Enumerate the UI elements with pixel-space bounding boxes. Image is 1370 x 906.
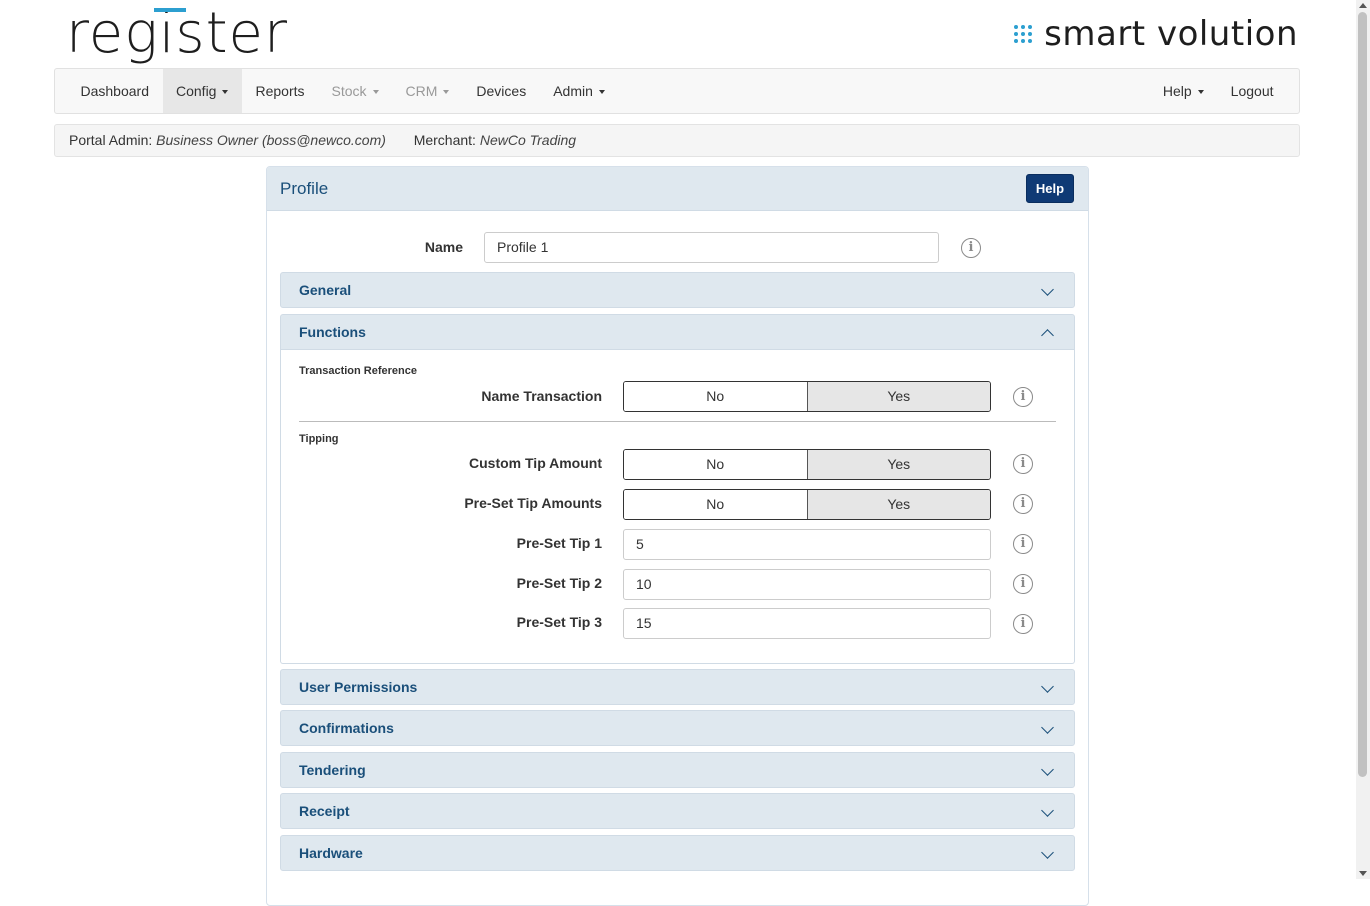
preset-tip-amounts-no[interactable]: No <box>624 490 807 519</box>
nav-crm[interactable]: CRM <box>392 69 463 113</box>
nav-devices[interactable]: Devices <box>463 69 540 113</box>
preset-tip-1-input[interactable]: 5 <box>623 529 991 560</box>
nav-stock[interactable]: Stock <box>318 69 392 113</box>
nav-help-label: Help <box>1162 83 1192 99</box>
nav-devices-label: Devices <box>476 83 527 99</box>
section-receipt[interactable]: Receipt <box>280 793 1075 829</box>
help-button[interactable]: Help <box>1026 174 1074 203</box>
custom-tip-amount-label: Custom Tip Amount <box>469 455 602 471</box>
merchant-label: Merchant: <box>413 132 476 148</box>
smart-volution-logo: smart volution <box>1014 14 1298 54</box>
main-navbar: Dashboard Config Reports Stock CRM Devic… <box>54 68 1300 114</box>
section-hardware[interactable]: Hardware <box>280 835 1075 871</box>
info-circle-icon[interactable]: i <box>1013 454 1033 474</box>
preset-tip-2-label: Pre-Set Tip 2 <box>516 575 602 591</box>
section-functions-title: Functions <box>299 324 366 340</box>
dots-icon <box>1014 25 1033 43</box>
name-transaction-label: Name Transaction <box>481 388 602 404</box>
merchant-value: NewCo Trading <box>479 132 577 148</box>
section-tendering-title: Tendering <box>299 762 366 778</box>
info-circle-icon[interactable]: i <box>1013 387 1033 407</box>
scroll-up-arrow-icon[interactable] <box>1359 3 1367 8</box>
nav-admin[interactable]: Admin <box>540 69 619 113</box>
context-info-bar: Portal Admin: Business Owner (boss@newco… <box>54 124 1300 157</box>
chevron-down-icon <box>1041 283 1054 296</box>
preset-tip-1-label: Pre-Set Tip 1 <box>516 535 602 551</box>
nav-logout[interactable]: Logout <box>1217 69 1287 113</box>
name-transaction-toggle: No Yes <box>623 381 991 412</box>
section-hardware-title: Hardware <box>299 845 363 861</box>
nav-reports-label: Reports <box>255 83 305 99</box>
nav-admin-label: Admin <box>553 83 593 99</box>
functions-body: Transaction Reference Name Transaction N… <box>280 349 1075 664</box>
portal-admin-label: Portal Admin: <box>69 132 153 148</box>
nav-config[interactable]: Config <box>162 69 242 113</box>
info-circle-icon[interactable]: i <box>1013 494 1033 514</box>
nav-reports[interactable]: Reports <box>242 69 318 113</box>
section-user-permissions-title: User Permissions <box>299 679 418 695</box>
nav-dashboard[interactable]: Dashboard <box>67 69 163 113</box>
chevron-down-icon <box>1041 680 1054 693</box>
chevron-down-icon <box>1041 804 1054 817</box>
chevron-down-icon <box>1041 846 1054 859</box>
info-circle-icon[interactable]: i <box>1013 534 1033 554</box>
nav-dashboard-label: Dashboard <box>80 83 150 99</box>
section-functions[interactable]: Functions <box>280 314 1075 350</box>
preset-tip-2-input[interactable]: 10 <box>623 569 991 600</box>
preset-tip-amounts-label: Pre-Set Tip Amounts <box>464 495 602 511</box>
preset-tip-amounts-toggle: No Yes <box>623 489 991 520</box>
caret-down-icon <box>372 90 379 95</box>
portal-admin-value: Business Owner (boss@newco.com) <box>156 132 386 148</box>
section-tendering[interactable]: Tendering <box>280 752 1075 788</box>
preset-tip-3-input[interactable]: 15 <box>623 608 991 639</box>
nav-right-group: Help Logout <box>1149 69 1287 113</box>
scrollbar-thumb[interactable] <box>1358 12 1367 777</box>
section-confirmations[interactable]: Confirmations <box>280 710 1075 746</box>
section-general-title: General <box>299 282 352 298</box>
caret-down-icon <box>598 90 605 95</box>
scroll-down-arrow-icon[interactable] <box>1359 871 1367 876</box>
custom-tip-amount-no[interactable]: No <box>624 450 807 479</box>
profile-name-input[interactable]: Profile 1 <box>484 232 939 263</box>
section-general[interactable]: General <box>280 272 1075 308</box>
profile-panel: Profile Help Name Profile 1 i General Fu… <box>266 166 1089 906</box>
nav-config-label: Config <box>176 83 217 99</box>
preset-tip-3-label: Pre-Set Tip 3 <box>516 614 602 630</box>
name-label: Name <box>424 239 463 255</box>
info-circle-icon[interactable]: i <box>961 238 981 258</box>
register-logo: register <box>66 2 288 66</box>
nav-help[interactable]: Help <box>1149 69 1217 113</box>
tipping-heading: Tipping <box>299 433 339 445</box>
chevron-down-icon <box>1041 763 1054 776</box>
custom-tip-amount-toggle: No Yes <box>623 449 991 480</box>
info-circle-icon[interactable]: i <box>1013 574 1033 594</box>
nav-left-group: Dashboard Config Reports Stock CRM Devic… <box>67 69 618 113</box>
caret-down-icon <box>222 90 229 95</box>
caret-down-icon <box>1197 90 1204 95</box>
nav-logout-label: Logout <box>1230 83 1274 99</box>
nav-crm-label: CRM <box>405 83 438 99</box>
divider <box>299 421 1056 422</box>
chevron-up-icon <box>1041 329 1054 342</box>
smart-volution-logo-text: smart volution <box>1044 14 1298 54</box>
custom-tip-amount-yes[interactable]: Yes <box>806 450 990 479</box>
section-user-permissions[interactable]: User Permissions <box>280 669 1075 705</box>
preset-tip-amounts-yes[interactable]: Yes <box>806 490 990 519</box>
section-confirmations-title: Confirmations <box>299 720 394 736</box>
page-title: Profile <box>280 179 329 198</box>
logo-accent-bar <box>154 8 186 12</box>
name-transaction-no[interactable]: No <box>624 382 807 411</box>
chevron-down-icon <box>1041 721 1054 734</box>
name-transaction-yes[interactable]: Yes <box>806 382 990 411</box>
info-circle-icon[interactable]: i <box>1013 614 1033 634</box>
caret-down-icon <box>443 90 450 95</box>
page-scrollbar[interactable] <box>1356 0 1370 879</box>
profile-panel-heading: Profile Help <box>267 167 1088 211</box>
transaction-reference-heading: Transaction Reference <box>299 365 417 377</box>
section-receipt-title: Receipt <box>299 803 350 819</box>
nav-stock-label: Stock <box>331 83 367 99</box>
